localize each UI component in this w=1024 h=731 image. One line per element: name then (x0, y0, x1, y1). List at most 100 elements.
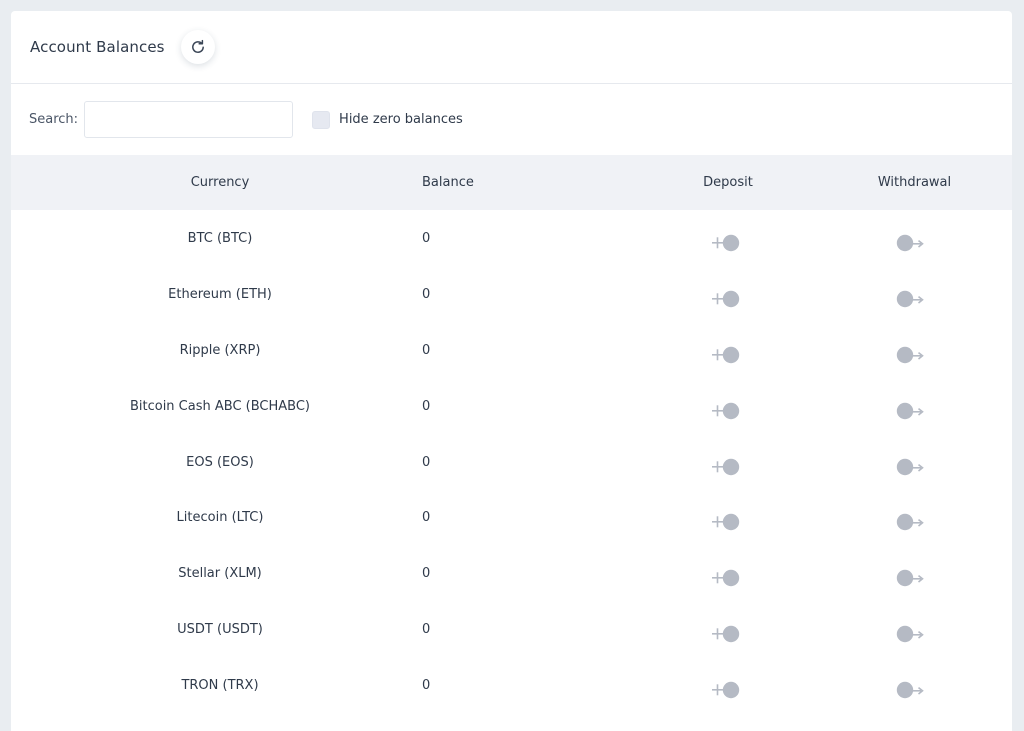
deposit-button[interactable] (712, 233, 740, 257)
currency-cell: Ethereum (ETH) (11, 266, 429, 322)
table-row: Ethereum (ETH) 0 (11, 266, 1012, 322)
table-row: EOS (EOS) 0 (11, 434, 1012, 490)
deposit-icon (712, 458, 740, 475)
hide-zero-checkbox[interactable] (312, 110, 331, 129)
withdrawal-button[interactable] (896, 680, 924, 704)
hide-zero-toggle[interactable]: Hide zero balances (312, 110, 463, 129)
deposit-button[interactable] (712, 568, 740, 592)
balance-value: 0 (422, 286, 431, 302)
refresh-button[interactable] (180, 30, 215, 64)
withdrawal-icon (896, 570, 924, 587)
deposit-cell (639, 210, 817, 266)
table-body: BTC (BTC) 0 Ethereum (ETH) 0 Ripple (XRP… (11, 210, 1012, 713)
deposit-icon (712, 234, 740, 252)
withdrawal-icon (896, 402, 924, 419)
table-header-row: Currency Balance Deposit Withdrawal (11, 155, 1012, 210)
table-row: Stellar (XLM) 0 (11, 545, 1012, 601)
deposit-button[interactable] (712, 289, 740, 313)
withdrawal-button[interactable] (896, 233, 924, 257)
withdrawal-cell (817, 210, 1012, 266)
currency-cell: USDT (USDT) (11, 601, 429, 657)
deposit-button[interactable] (712, 345, 740, 369)
balance-cell: 0 (422, 322, 639, 378)
currency-name: Ripple (XRP) (179, 342, 261, 358)
withdrawal-icon (896, 681, 924, 699)
column-header-currency[interactable]: Currency (11, 155, 429, 210)
balance-cell: 0 (422, 434, 639, 490)
table-header: Currency Balance Deposit Withdrawal (11, 155, 1012, 210)
withdrawal-button[interactable] (896, 568, 924, 592)
withdrawal-cell (817, 434, 1012, 490)
column-header-balance[interactable]: Balance (422, 155, 639, 210)
deposit-icon (712, 346, 740, 363)
withdrawal-cell (817, 489, 1012, 545)
withdrawal-cell (817, 266, 1012, 322)
deposit-icon (712, 514, 740, 531)
deposit-button[interactable] (712, 680, 740, 704)
deposit-cell (639, 322, 817, 378)
balance-cell: 0 (422, 266, 639, 322)
currency-cell: Stellar (XLM) (11, 545, 429, 601)
deposit-cell (639, 266, 817, 322)
deposit-cell (639, 601, 817, 657)
currency-name: Litecoin (LTC) (176, 510, 264, 526)
balance-value: 0 (422, 510, 431, 526)
currency-name: EOS (EOS) (186, 454, 254, 470)
balance-cell: 0 (422, 210, 639, 266)
balance-value: 0 (422, 566, 431, 582)
column-header-withdrawal[interactable]: Withdrawal (817, 155, 1012, 210)
deposit-icon (712, 402, 740, 419)
withdrawal-button[interactable] (896, 512, 924, 536)
currency-name: BTC (BTC) (187, 231, 253, 246)
withdrawal-cell (817, 601, 1012, 657)
filters-bar: Search: Hide zero balances (11, 84, 1012, 155)
withdrawal-button[interactable] (896, 401, 924, 425)
balance-value: 0 (422, 342, 431, 358)
currency-name: Ethereum (ETH) (168, 286, 272, 302)
table-row: USDT (USDT) 0 (11, 601, 1012, 657)
currency-cell: EOS (EOS) (11, 434, 429, 490)
deposit-button[interactable] (712, 401, 740, 425)
balance-cell: 0 (422, 489, 639, 545)
currency-cell: Ripple (XRP) (11, 322, 429, 378)
deposit-icon (712, 290, 740, 308)
currency-cell: Bitcoin Cash ABC (BCHABC) (11, 378, 429, 434)
balance-value: 0 (422, 678, 431, 694)
balance-cell: 0 (422, 601, 639, 657)
search-label: Search: (29, 112, 79, 127)
deposit-button[interactable] (712, 624, 740, 648)
balance-value: 0 (422, 622, 431, 638)
withdrawal-icon (896, 458, 924, 475)
table-row: Litecoin (LTC) 0 (11, 489, 1012, 545)
currency-name: TRON (TRX) (181, 678, 259, 694)
withdrawal-cell (817, 378, 1012, 434)
withdrawal-cell (817, 322, 1012, 378)
balance-value: 0 (422, 454, 431, 470)
deposit-icon (712, 570, 740, 587)
withdrawal-button[interactable] (896, 624, 924, 648)
deposit-button[interactable] (712, 457, 740, 481)
deposit-cell (639, 434, 817, 490)
balance-value: 0 (422, 398, 431, 414)
account-balances-card: Account Balances Search: Hide zero balan… (11, 11, 1012, 731)
withdrawal-cell (817, 545, 1012, 601)
card-header: Account Balances (11, 11, 1012, 84)
withdrawal-cell (817, 657, 1012, 713)
deposit-button[interactable] (712, 512, 740, 536)
balances-table: Currency Balance Deposit Withdrawal BTC … (11, 155, 1012, 713)
withdrawal-button[interactable] (896, 289, 924, 313)
withdrawal-icon (896, 234, 924, 252)
table-row: TRON (TRX) 0 (11, 657, 1012, 713)
deposit-icon (712, 626, 740, 643)
refresh-icon (191, 39, 204, 53)
currency-name: Stellar (XLM) (178, 566, 262, 582)
column-header-deposit[interactable]: Deposit (639, 155, 817, 210)
balance-cell: 0 (422, 378, 639, 434)
withdrawal-button[interactable] (896, 345, 924, 369)
search-input[interactable] (84, 101, 294, 138)
withdrawal-button[interactable] (896, 457, 924, 481)
currency-cell: Litecoin (LTC) (11, 489, 429, 545)
balance-cell: 0 (422, 657, 639, 713)
hide-zero-label: Hide zero balances (339, 112, 463, 127)
table-row: Bitcoin Cash ABC (BCHABC) 0 (11, 378, 1012, 434)
